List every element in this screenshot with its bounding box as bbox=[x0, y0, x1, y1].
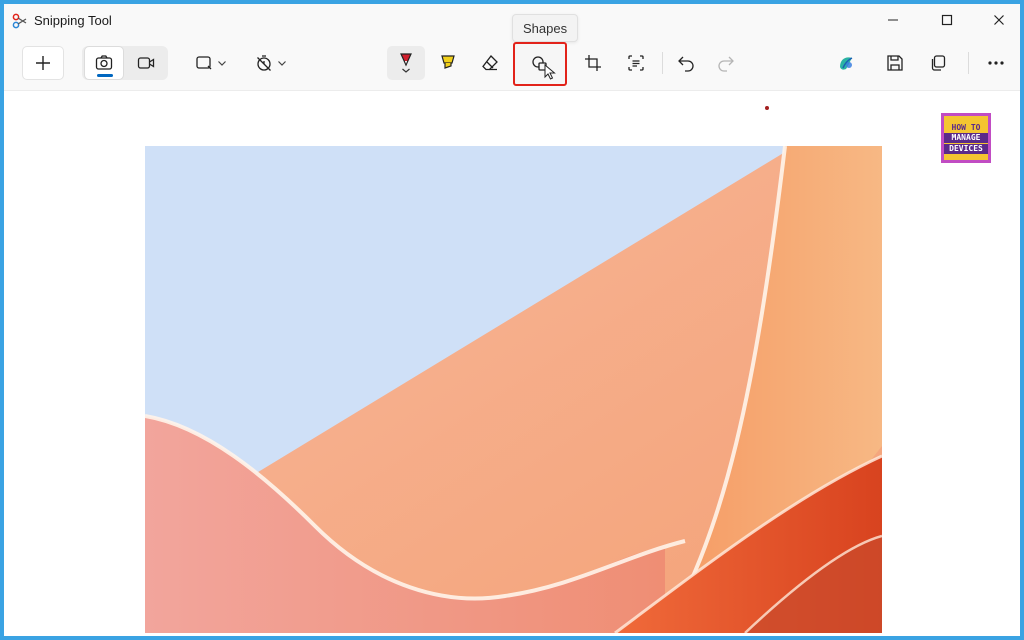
eraser-button[interactable] bbox=[471, 46, 509, 80]
captured-image[interactable] bbox=[145, 146, 882, 633]
snipping-tool-window: Snipping Tool Shapes HOW TO MANAGE DEVIC… bbox=[0, 0, 1024, 640]
shapes-tooltip: Shapes bbox=[512, 14, 579, 42]
close-button[interactable] bbox=[976, 4, 1020, 36]
eraser-icon bbox=[482, 55, 498, 71]
maximize-button[interactable] bbox=[924, 4, 970, 36]
highlighter-icon bbox=[441, 55, 455, 69]
snip-mode-dropdown[interactable] bbox=[188, 46, 232, 80]
more-options-button[interactable] bbox=[976, 46, 1016, 80]
copilot-button[interactable] bbox=[826, 46, 866, 80]
mouse-cursor-icon bbox=[544, 64, 556, 80]
maximize-icon bbox=[941, 14, 953, 26]
snipping-tool-app-icon bbox=[12, 13, 28, 29]
copilot-icon bbox=[840, 57, 853, 70]
camera-icon bbox=[95, 55, 113, 70]
copy-icon bbox=[931, 55, 946, 71]
undo-button[interactable] bbox=[667, 46, 705, 80]
pen-icon bbox=[400, 53, 412, 73]
minimize-button[interactable] bbox=[870, 4, 916, 36]
highlighter-button[interactable] bbox=[429, 46, 467, 80]
snip-canvas[interactable]: HOW TO MANAGE DEVICES bbox=[4, 90, 1020, 636]
toolbar-separator bbox=[968, 52, 969, 74]
pen-mark bbox=[765, 106, 769, 110]
save-icon bbox=[887, 55, 903, 71]
undo-icon bbox=[678, 56, 694, 72]
chevron-down-icon bbox=[217, 61, 226, 66]
text-actions-icon bbox=[628, 55, 644, 71]
redo-icon bbox=[718, 56, 734, 72]
abstract-wave-wallpaper bbox=[145, 146, 882, 633]
new-snip-button[interactable] bbox=[22, 46, 64, 80]
screenshot-mode-button[interactable] bbox=[84, 46, 124, 80]
minimize-icon bbox=[888, 19, 898, 21]
rectangle-snip-icon bbox=[195, 56, 211, 70]
selected-indicator bbox=[97, 74, 113, 77]
watermark-logo: HOW TO MANAGE DEVICES bbox=[941, 113, 991, 163]
plus-icon bbox=[36, 56, 50, 70]
crop-button[interactable] bbox=[574, 46, 612, 80]
redo-button[interactable] bbox=[707, 46, 745, 80]
toolbar bbox=[4, 40, 1020, 88]
no-timer-icon bbox=[256, 55, 271, 71]
ballpoint-pen-button[interactable] bbox=[387, 46, 425, 80]
crop-icon bbox=[585, 55, 601, 71]
delay-dropdown[interactable] bbox=[248, 46, 292, 80]
video-icon bbox=[137, 57, 155, 69]
app-title: Snipping Tool bbox=[34, 13, 112, 28]
copy-button[interactable] bbox=[918, 46, 958, 80]
toolbar-separator bbox=[662, 52, 663, 74]
more-icon bbox=[988, 61, 1004, 65]
recording-mode-button[interactable] bbox=[126, 46, 166, 80]
close-icon bbox=[994, 15, 1004, 25]
chevron-down-icon bbox=[277, 61, 286, 66]
text-actions-button[interactable] bbox=[617, 46, 655, 80]
save-button[interactable] bbox=[875, 46, 915, 80]
shapes-button[interactable] bbox=[513, 42, 567, 86]
